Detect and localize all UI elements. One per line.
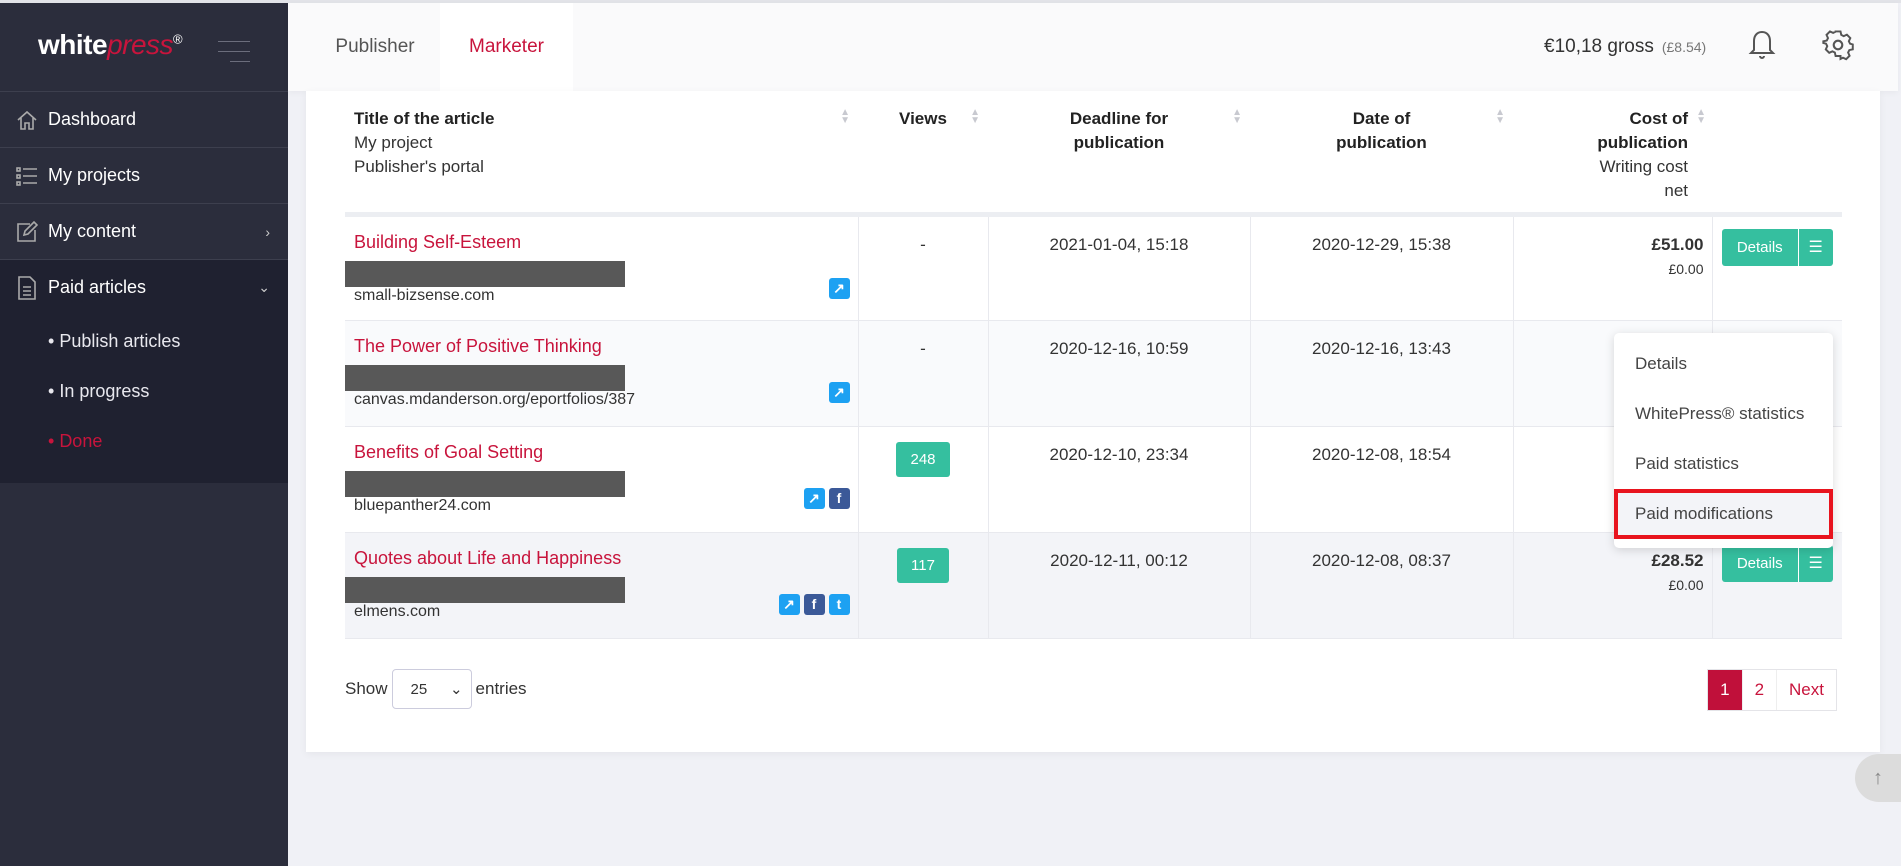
cost-cell: £51.00 £0.00 [1513,214,1713,321]
external-link-icon[interactable]: ↗ [828,277,850,299]
next-page-button[interactable]: Next [1776,670,1836,710]
column-header-date[interactable]: Date of publication ▲ ▼ [1250,91,1513,217]
article-title-link[interactable]: Benefits of Goal Setting [354,442,858,463]
sidebar-item-dashboard[interactable]: Dashboard [0,91,288,147]
whitepress-logo[interactable]: whitepress® [38,29,183,61]
menu-item-paid-statistics[interactable]: Paid statistics [1614,439,1833,489]
sort-icon: ▲ ▼ [1696,107,1706,126]
redacted-project [345,364,625,391]
document-icon [14,275,40,300]
menu-item-whitepress-statistics[interactable]: WhitePress® statistics [1614,389,1833,439]
menu-item-paid-modifications[interactable]: Paid modifications [1614,489,1833,539]
column-header-views[interactable]: Views ▲ ▼ [858,91,988,217]
deadline-cell: 2020-12-11, 00:12 [988,532,1251,639]
column-header-title[interactable]: Title of the article My project Publisher'… [345,91,858,217]
portal-domain: small-bizsense.com [354,286,495,304]
external-link-icon[interactable]: ↗ [828,381,850,403]
sidebar-item-paid-articles[interactable]: Paid articles ⌄ [0,259,288,315]
actions-menu-button[interactable]: ☰ [1797,228,1833,266]
facebook-icon[interactable]: f [803,593,825,615]
top-header: Publisher Marketer €10,18 gross (£8.54) [288,3,1898,91]
sidebar-item-label: My content [48,221,137,241]
list-icon [14,164,40,188]
deadline-cell: 2020-12-16, 10:59 [988,320,1251,427]
bell-icon[interactable] [1748,29,1776,66]
sidebar-subitem-done[interactable]: • Done [48,431,102,452]
sidebar-subitem-publish-articles[interactable]: • Publish articles [48,331,180,352]
redacted-project [345,470,625,497]
actions-dropdown-menu: Details WhitePress® statistics Paid stat… [1614,333,1833,548]
details-button[interactable]: Details [1721,544,1798,582]
edit-icon [14,220,40,244]
deadline-cell: 2020-12-10, 23:34 [988,426,1251,533]
redacted-project [345,260,625,287]
details-button[interactable]: Details [1721,228,1798,266]
facebook-icon[interactable]: f [828,487,850,509]
entries-label: entries [475,679,527,698]
external-link-icon[interactable]: ↗ [803,487,825,509]
sidebar-subitem-in-progress[interactable]: • In progress [48,381,149,402]
column-header-actions [1712,91,1842,217]
chevron-down-icon: ⌄ [449,681,463,698]
sidebar-item-my-projects[interactable]: My projects [0,147,288,203]
sort-icon: ▲ ▼ [1495,107,1505,126]
external-link-icon[interactable]: ↗ [778,593,800,615]
views-badge[interactable]: 248 [896,441,950,477]
column-header-deadline[interactable]: Deadline for publication ▲ ▼ [988,91,1250,217]
sidebar-item-label: My projects [48,165,141,185]
sort-icon: ▲ ▼ [970,107,980,126]
deadline-cell: 2021-01-04, 15:18 [988,214,1251,321]
views-cell: - [858,214,989,321]
publication-date-cell: 2020-12-08, 18:54 [1250,426,1514,533]
chevron-down-icon: ⌄ [258,279,270,295]
account-balance: €10,18 gross (£8.54) [1544,36,1707,57]
page-length-select[interactable]: 25 ⌄ [391,669,472,709]
home-icon [14,108,40,132]
pagination: 1 2 Next [1707,669,1837,711]
hamburger-menu-icon[interactable] [218,41,250,71]
article-title-link[interactable]: The Power of Positive Thinking [354,336,858,357]
tab-publisher[interactable]: Publisher [310,3,440,91]
show-label: Show [345,679,388,698]
actions-menu-button[interactable]: ☰ [1797,544,1833,582]
actions-cell: Details ☰ [1712,214,1842,321]
publication-date-cell: 2020-12-08, 08:37 [1250,532,1514,639]
settings-gear-icon[interactable] [1822,29,1854,66]
article-title-link[interactable]: Quotes about Life and Happiness [354,548,858,569]
portal-domain: canvas.mdanderson.org/eportfolios/387 [354,390,636,408]
tab-marketer[interactable]: Marketer [440,3,573,91]
chevron-right-icon: › [265,223,270,240]
sidebar-item-my-content[interactable]: My content › [0,203,288,259]
paid-articles-section: Paid articles ⌄ • Publish articles • In … [0,259,288,483]
views-cell: 248 [858,426,989,533]
twitter-icon[interactable]: t [828,593,850,615]
sidebar-item-label: Dashboard [48,109,137,129]
sort-icon: ▲ ▼ [840,107,850,126]
publication-date-cell: 2020-12-29, 15:38 [1250,214,1514,321]
menu-item-details[interactable]: Details [1614,339,1833,389]
table-row: Building Self-Esteem small-bizsense.com ↗ … [345,214,1842,321]
page-2-button[interactable]: 2 [1741,670,1776,710]
portal-domain: bluepanther24.com [354,496,491,514]
scroll-to-top-button[interactable]: ↑ [1855,754,1901,802]
article-title-link[interactable]: Building Self-Esteem [354,232,858,253]
column-header-cost[interactable]: Cost of publication Writing cost net ▲ ▼ [1513,91,1712,217]
sidebar: whitepress® Dashboard My projects My con… [0,3,288,866]
page-1-button[interactable]: 1 [1708,670,1742,710]
views-cell: - [858,320,989,427]
views-cell: 117 [858,532,989,639]
publication-date-cell: 2020-12-16, 13:43 [1250,320,1514,427]
sidebar-item-label: Paid articles [48,277,147,297]
redacted-project [345,576,625,603]
portal-domain: elmens.com [354,602,441,620]
views-badge[interactable]: 117 [897,547,949,583]
arrow-up-icon: ↑ [1873,766,1883,789]
table-length-control: Show 25 ⌄ entries [345,669,527,709]
sort-icon: ▲ ▼ [1232,107,1242,126]
